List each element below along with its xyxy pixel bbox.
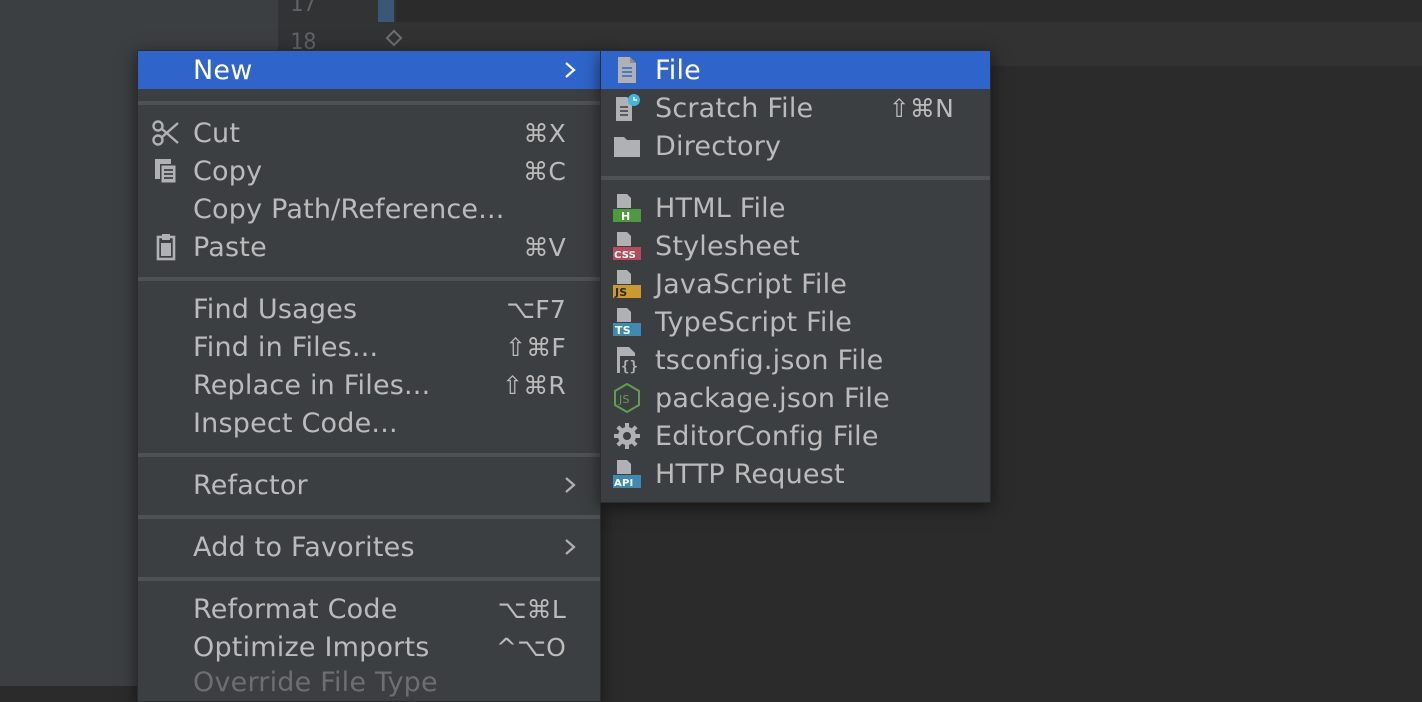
menu-item-find-in-files[interactable]: Find in Files... ⇧⌘F [138,328,600,366]
submenu-item-scratch-file[interactable]: Scratch File ⇧⌘N [601,89,990,127]
menu-item-paste[interactable]: Paste ⌘V [138,228,600,266]
menu-item-label: Copy [193,155,263,187]
menu-item-shortcut: ⇧⌘R [502,370,566,400]
submenu-item-label: JavaScript File [655,268,848,300]
menu-item-shortcut: ⌘V [523,232,566,262]
menu-item-shortcut: ⌥⌘L [497,594,566,624]
css-file-icon: CSS [611,230,643,262]
menu-item-shortcut: ⌘X [523,118,566,148]
submenu-item-label: tsconfig.json File [655,344,884,376]
menu-item-label: Inspect Code... [193,407,398,439]
menu-item-cut[interactable]: Cut ⌘X [138,114,600,152]
line-number: 17 [290,0,317,17]
svg-text:{}: {} [621,359,638,375]
submenu-item-label: Stylesheet [655,230,800,262]
svg-text:H: H [621,210,630,223]
submenu-item-label: File [655,54,701,86]
menu-item-shortcut: ^⌥O [495,632,566,662]
menu-separator [601,176,990,180]
menu-item-label: Optimize Imports [193,631,430,663]
menu-item-label: Find in Files... [193,331,379,363]
scratch-file-icon [611,92,643,124]
menu-item-shortcut: ⇧⌘F [505,332,566,362]
menu-item-replace-in-files[interactable]: Replace in Files... ⇧⌘R [138,366,600,404]
menu-item-label: Copy Path/Reference... [193,193,505,225]
menu-separator [138,515,600,519]
html-file-icon: H [611,192,643,224]
menu-item-shortcut: ⌘C [523,156,566,186]
menu-item-find-usages[interactable]: Find Usages ⌥F7 [138,290,600,328]
tsconfig-file-icon: {} [611,344,643,376]
chevron-right-icon [565,62,576,78]
menu-item-label: Add to Favorites [193,531,415,563]
javascript-file-icon: JS [611,268,643,300]
menu-item-label: Replace in Files... [193,369,431,401]
submenu-item-label: Directory [655,130,782,162]
svg-text:JS: JS [618,393,630,406]
submenu-item-file[interactable]: File [601,51,990,89]
submenu-item-label: TypeScript File [655,306,853,338]
scissors-icon [150,117,182,149]
submenu-item-package-json-file[interactable]: JS package.json File [601,379,990,417]
submenu-item-stylesheet[interactable]: CSS Stylesheet [601,227,990,265]
menu-item-label: Refactor [193,469,308,501]
svg-text:JS: JS [614,286,627,299]
submenu-item-label: EditorConfig File [655,420,879,452]
menu-item-add-to-favorites[interactable]: Add to Favorites [138,528,600,566]
menu-item-optimize-imports[interactable]: Optimize Imports ^⌥O [138,628,600,666]
chevron-right-icon [565,539,576,555]
submenu-item-javascript-file[interactable]: JS JavaScript File [601,265,990,303]
submenu-item-label: package.json File [655,382,890,414]
clipboard-icon [150,231,182,263]
menu-item-label: Override File Type [193,666,438,698]
menu-item-label: New [193,54,253,86]
menu-item-refactor[interactable]: Refactor [138,466,600,504]
menu-separator [138,101,600,105]
menu-item-override-file-type[interactable]: Override File Type [138,663,600,701]
chevron-right-icon [565,477,576,493]
menu-item-label: Paste [193,231,267,263]
menu-item-inspect-code[interactable]: Inspect Code... [138,404,600,442]
svg-text:CSS: CSS [614,250,636,261]
submenu-item-tsconfig-file[interactable]: {} tsconfig.json File [601,341,990,379]
menu-separator [138,577,600,581]
submenu-item-directory[interactable]: Directory [601,127,990,165]
new-submenu: File Scratch File ⇧⌘N Directory H HTML F… [600,50,991,503]
gear-icon [611,420,643,452]
submenu-item-editorconfig-file[interactable]: EditorConfig File [601,417,990,455]
menu-item-new[interactable]: New [138,51,600,89]
menu-item-label: Cut [193,117,241,149]
folder-icon [611,130,643,162]
submenu-item-label: HTML File [655,192,786,224]
context-menu: New Cut ⌘X Copy ⌘C Copy Path/Reference..… [137,50,601,702]
submenu-item-html-file[interactable]: H HTML File [601,189,990,227]
submenu-item-label: HTTP Request [655,458,845,490]
menu-separator [138,277,600,281]
menu-item-copy-path[interactable]: Copy Path/Reference... [138,190,600,228]
api-file-icon: API [611,458,643,490]
menu-item-reformat-code[interactable]: Reformat Code ⌥⌘L [138,590,600,628]
change-marker [378,0,394,22]
copy-icon [150,155,182,187]
submenu-item-typescript-file[interactable]: TS TypeScript File [601,303,990,341]
submenu-item-http-request[interactable]: API HTTP Request [601,455,990,493]
nodejs-icon: JS [611,382,643,414]
menu-item-shortcut: ⌥F7 [506,294,566,324]
svg-text:API: API [614,478,633,489]
typescript-file-icon: TS [611,306,643,338]
menu-item-copy[interactable]: Copy ⌘C [138,152,600,190]
menu-separator [138,453,600,457]
submenu-item-shortcut: ⇧⌘N [888,93,954,123]
menu-item-label: Reformat Code [193,593,398,625]
menu-item-label: Find Usages [193,293,358,325]
svg-text:TS: TS [615,324,631,337]
file-icon [611,54,643,86]
submenu-item-label: Scratch File [655,92,814,124]
